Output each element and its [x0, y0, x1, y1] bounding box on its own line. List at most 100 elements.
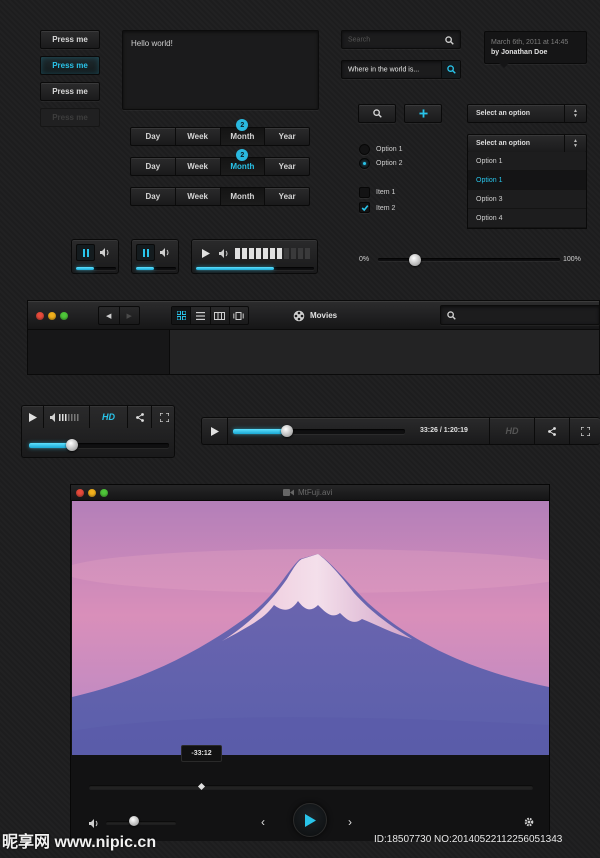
video-volume-knob[interactable] — [129, 816, 139, 826]
compact-progress-track[interactable] — [29, 443, 169, 448]
wide-progress-track[interactable] — [233, 429, 405, 434]
segment-month-label: Month — [230, 132, 255, 141]
wide-progress-fill — [233, 429, 289, 434]
hd-toggle-button[interactable]: HD — [90, 406, 128, 428]
play-button[interactable] — [202, 418, 228, 444]
radio-label: Option 1 — [376, 146, 403, 153]
segmented-control-3[interactable]: Day Week Month Year — [130, 187, 310, 206]
text-area[interactable]: Hello world! — [122, 30, 319, 110]
segment-month[interactable]: Month 2 — [220, 149, 266, 175]
share-button[interactable] — [128, 406, 152, 428]
wide-progress-knob[interactable] — [281, 425, 293, 437]
compact-video-controls: HD — [21, 405, 175, 458]
play-icon[interactable] — [202, 249, 210, 258]
play-icon — [210, 426, 219, 436]
mini-progress-fill — [136, 267, 154, 270]
volume-control[interactable] — [44, 406, 90, 428]
segment-year[interactable]: Year — [265, 158, 309, 175]
slider-knob[interactable] — [409, 254, 421, 266]
segmented-control-2[interactable]: Day Week Month 2 Year — [130, 149, 310, 176]
segment-week[interactable]: Week — [176, 158, 221, 175]
close-window-icon[interactable] — [36, 312, 44, 320]
segment-month[interactable]: Month 2 — [220, 119, 266, 145]
segment-week[interactable]: Week — [176, 128, 221, 145]
volume-icon[interactable] — [100, 248, 111, 257]
minimize-window-icon[interactable] — [48, 312, 56, 320]
segment-year[interactable]: Year — [265, 188, 309, 205]
view-switcher — [171, 306, 249, 325]
minimize-window-icon[interactable] — [88, 489, 96, 497]
mini-progress-track[interactable] — [136, 267, 176, 270]
checkbox-item-1[interactable] — [359, 187, 370, 198]
search-icon[interactable] — [445, 36, 454, 45]
watermark-bar: 昵享网 www.nipic.cn ID:18507730 NO:20140522… — [0, 826, 600, 858]
segment-month[interactable]: Month — [220, 188, 266, 205]
video-scrub-track[interactable] — [89, 785, 533, 789]
share-button[interactable] — [535, 418, 570, 444]
volume-icon[interactable] — [219, 249, 230, 258]
fullscreen-button[interactable] — [570, 418, 600, 444]
select-arrows-icon: ▲ ▼ — [564, 135, 586, 152]
dropdown-option[interactable]: Option 1 — [468, 152, 586, 171]
search-submit-button[interactable] — [441, 61, 460, 78]
checkbox-label: Item 1 — [376, 189, 396, 196]
add-button[interactable] — [404, 104, 442, 123]
wide-video-controls: 33:26 / 1:20:19 HD — [201, 417, 600, 445]
segment-week[interactable]: Week — [176, 188, 221, 205]
play-button[interactable] — [22, 406, 44, 428]
segment-day[interactable]: Day — [131, 158, 176, 175]
segment-day[interactable]: Day — [131, 188, 176, 205]
pause-icon — [83, 249, 89, 257]
volume-icon[interactable] — [160, 248, 171, 257]
fullscreen-icon — [581, 426, 590, 436]
segment-year[interactable]: Year — [265, 128, 309, 145]
forward-arrow-icon[interactable]: ▶ — [120, 307, 140, 324]
radio-label: Option 2 — [376, 160, 403, 167]
maximize-window-icon[interactable] — [60, 312, 68, 320]
finder-search-input[interactable] — [440, 305, 600, 325]
search-input[interactable]: Search — [341, 30, 461, 49]
watermark-logo: 昵享网 www.nipic.cn — [2, 834, 157, 851]
press-me-button-pressed[interactable]: Press me — [40, 82, 100, 101]
select-closed[interactable]: Select an option ▲ ▼ — [467, 104, 587, 123]
search-input-active[interactable]: Where in the world is... — [341, 60, 461, 79]
dropdown-option-selected[interactable]: Option 1 — [468, 171, 586, 190]
press-me-button-active[interactable]: Press me — [40, 56, 100, 75]
pause-button[interactable] — [136, 244, 155, 261]
segmented-control-1[interactable]: Day Week Month 2 Year — [130, 119, 310, 146]
close-window-icon[interactable] — [76, 489, 84, 497]
hd-toggle-button[interactable]: HD — [489, 418, 535, 444]
mount-fuji-image — [72, 501, 549, 755]
press-me-button[interactable]: Press me — [40, 30, 100, 49]
dropdown-option[interactable]: Option 4 — [468, 209, 586, 228]
checkbox-item-2[interactable] — [359, 202, 370, 213]
check-icon — [361, 205, 369, 212]
slider-track[interactable] — [378, 258, 560, 261]
volume-level-meter[interactable] — [235, 248, 313, 259]
column-view-icon[interactable] — [211, 307, 230, 324]
mini-progress-track[interactable] — [76, 267, 116, 270]
search-button[interactable] — [358, 104, 396, 123]
coverflow-view-icon[interactable] — [230, 307, 248, 324]
pause-button[interactable] — [76, 244, 95, 261]
icon-view-icon[interactable] — [172, 307, 192, 324]
radio-option-2[interactable] — [359, 158, 370, 169]
notification-badge: 2 — [236, 149, 249, 161]
segment-day[interactable]: Day — [131, 128, 176, 145]
maximize-window-icon[interactable] — [100, 489, 108, 497]
compact-progress-knob[interactable] — [66, 439, 78, 451]
search-icon — [447, 311, 456, 320]
list-view-icon[interactable] — [191, 307, 211, 324]
audio-progress-track[interactable] — [196, 267, 314, 270]
fullscreen-button[interactable] — [152, 406, 176, 428]
back-arrow-icon[interactable]: ◀ — [99, 307, 120, 324]
watermark-id: ID:18507730 NO:20140522112256051343 — [374, 834, 563, 845]
select-open-label: Select an option — [476, 140, 531, 147]
select-open[interactable]: Select an option ▲ ▼ — [467, 134, 587, 153]
tooltip-date: March 6th, 2011 at 14:45 — [491, 39, 569, 46]
finder-sidebar — [27, 330, 170, 375]
volume-icon — [49, 412, 78, 422]
video-volume-track[interactable] — [106, 821, 176, 824]
dropdown-option[interactable]: Option 3 — [468, 190, 586, 209]
radio-option-1[interactable] — [359, 144, 370, 155]
